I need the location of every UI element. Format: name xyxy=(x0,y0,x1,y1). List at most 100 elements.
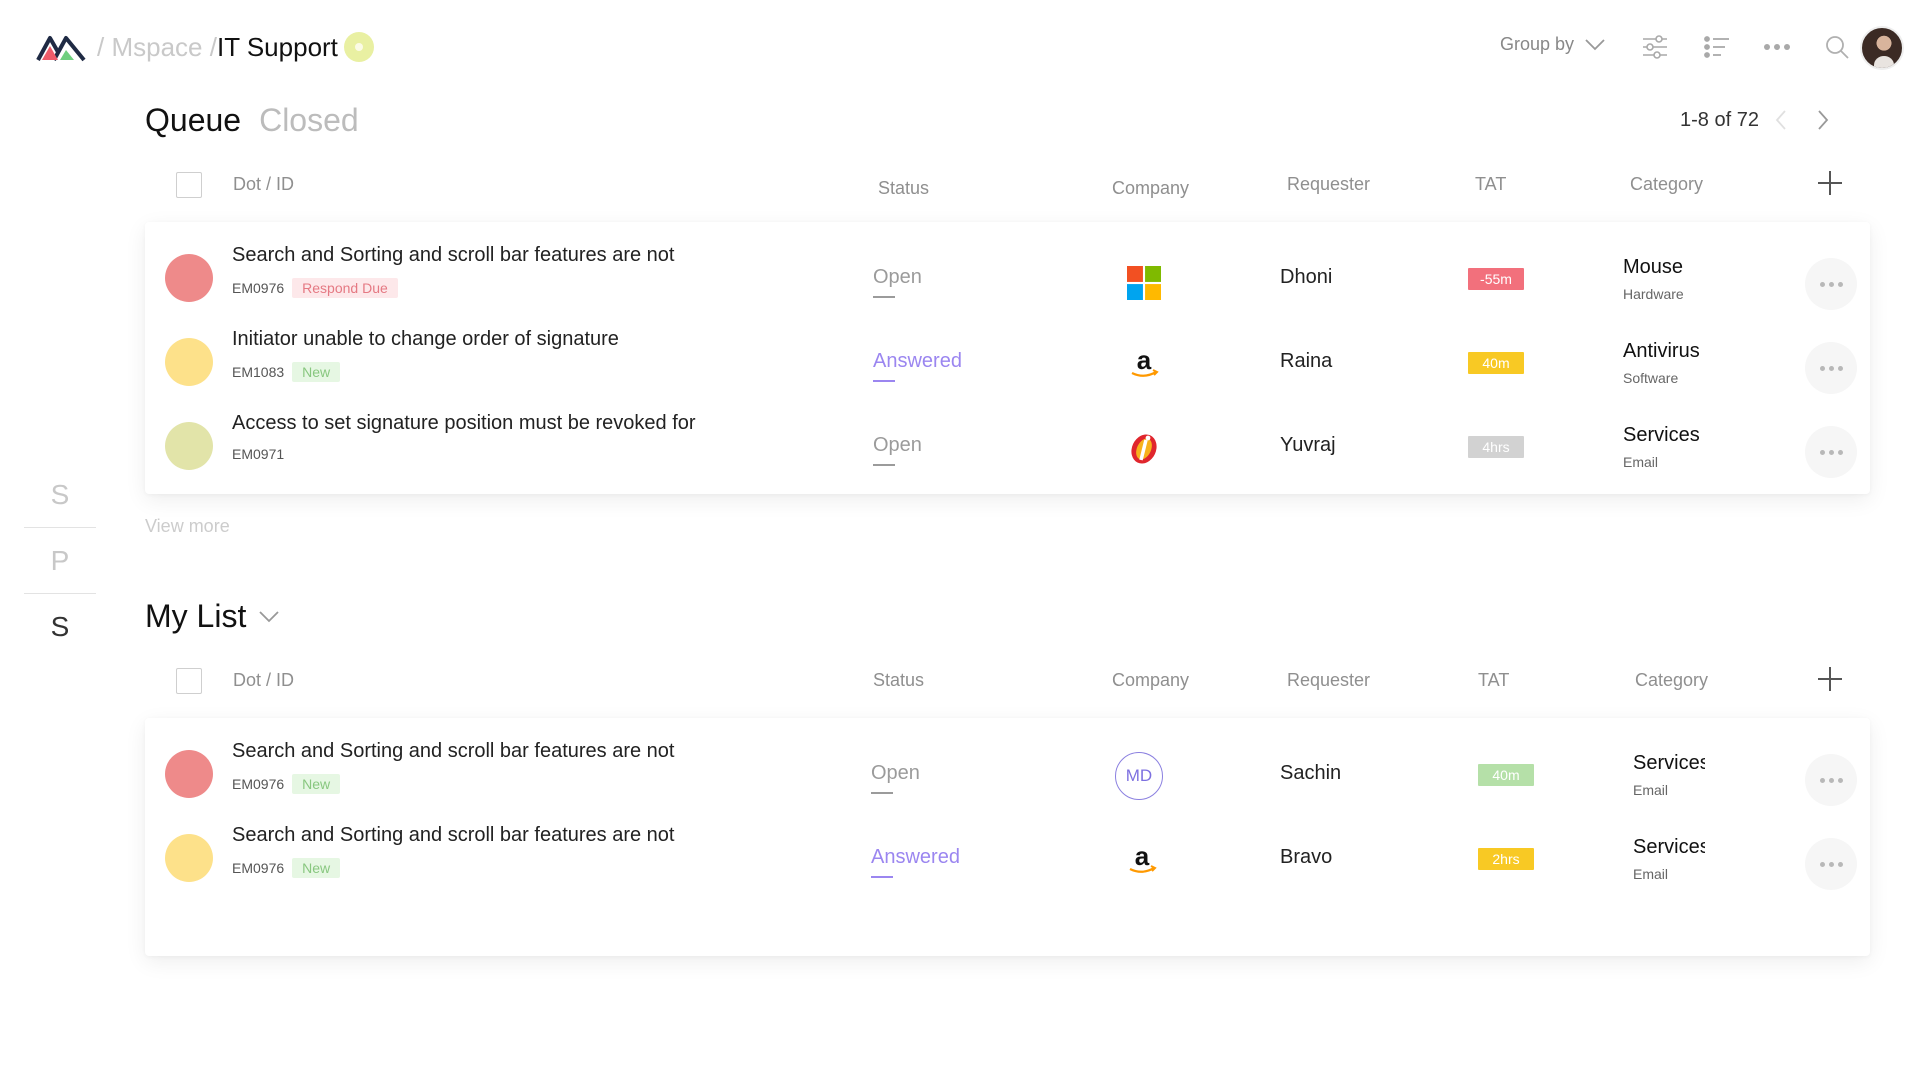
status-indicator[interactable] xyxy=(344,32,374,62)
row-more-button[interactable] xyxy=(1805,426,1857,478)
status-answered[interactable]: Answered xyxy=(873,350,962,382)
priority-dot xyxy=(165,750,213,798)
new-badge: New xyxy=(292,774,341,794)
column-status[interactable]: Status xyxy=(878,178,929,199)
ticket-id: EM0976 xyxy=(232,280,285,296)
category-name: Services xyxy=(1633,752,1705,774)
status-open[interactable]: Open xyxy=(871,762,920,794)
table-row[interactable]: Search and Sorting and scroll bar featur… xyxy=(145,730,1870,814)
list-view-icon[interactable] xyxy=(1700,30,1734,64)
status-open[interactable]: Open xyxy=(873,266,922,298)
select-all-checkbox[interactable] xyxy=(176,668,202,694)
priority-dot xyxy=(165,834,213,882)
tat-badge: -55m xyxy=(1468,268,1524,290)
more-horizontal-icon[interactable] xyxy=(1760,30,1794,64)
tat-badge: 40m xyxy=(1468,352,1524,374)
breadcrumb-root-link[interactable]: Mspace xyxy=(111,32,202,62)
rail-item-p[interactable]: P xyxy=(24,528,96,594)
add-column-icon[interactable] xyxy=(1815,168,1845,198)
mylist-card: Search and Sorting and scroll bar featur… xyxy=(145,718,1870,956)
column-requester[interactable]: Requester xyxy=(1287,174,1370,195)
ticket-id: EM0976 xyxy=(232,860,285,876)
tab-queue[interactable]: Queue xyxy=(145,102,241,139)
company-initials-avatar: MD xyxy=(1115,752,1163,800)
column-requester[interactable]: Requester xyxy=(1287,670,1370,691)
table-row[interactable]: Initiator unable to change order of sign… xyxy=(145,318,1870,402)
top-bar: / Mspace /IT Support Group by xyxy=(0,0,1920,96)
column-status[interactable]: Status xyxy=(873,670,924,691)
table-row[interactable]: Access to set signature position must be… xyxy=(145,402,1870,486)
table-row[interactable]: Search and Sorting and scroll bar featur… xyxy=(145,234,1870,318)
breadcrumb-current: IT Support xyxy=(216,32,338,62)
filter-sliders-icon[interactable] xyxy=(1638,30,1672,64)
new-badge: New xyxy=(292,362,341,382)
svg-text:a: a xyxy=(1135,842,1150,871)
column-company[interactable]: Company xyxy=(1112,670,1189,691)
select-all-checkbox[interactable] xyxy=(176,172,202,198)
chevron-down-icon xyxy=(1585,38,1605,50)
status-open[interactable]: Open xyxy=(873,434,922,466)
pagination: 1-8 of 72 xyxy=(1680,108,1831,132)
prev-page-icon[interactable] xyxy=(1773,108,1789,132)
column-dot-id[interactable]: Dot / ID xyxy=(233,174,294,195)
ticket-title[interactable]: Search and Sorting and scroll bar featur… xyxy=(232,244,674,267)
subcategory-name: Email xyxy=(1623,454,1659,470)
category-name: Mouse xyxy=(1623,256,1684,278)
tab-closed[interactable]: Closed xyxy=(259,102,359,139)
category-name: Antivirus xyxy=(1623,340,1700,362)
column-category[interactable]: Category xyxy=(1635,670,1708,691)
priority-dot xyxy=(165,254,213,302)
column-company[interactable]: Company xyxy=(1112,178,1189,199)
ticket-title[interactable]: Search and Sorting and scroll bar featur… xyxy=(232,740,674,763)
ticket-title[interactable]: Access to set signature position must be… xyxy=(232,412,696,435)
respond-due-badge: Respond Due xyxy=(292,278,398,298)
row-more-button[interactable] xyxy=(1805,342,1857,394)
microsoft-logo-icon xyxy=(1127,266,1161,300)
ticket-id: EM0971 xyxy=(232,446,285,462)
next-page-icon[interactable] xyxy=(1803,108,1831,132)
column-tat[interactable]: TAT xyxy=(1478,670,1509,691)
queue-card: Search and Sorting and scroll bar featur… xyxy=(145,222,1870,494)
column-dot-id[interactable]: Dot / ID xyxy=(233,670,294,691)
ticket-title[interactable]: Search and Sorting and scroll bar featur… xyxy=(232,824,674,847)
requester-name: Bravo xyxy=(1280,846,1333,868)
left-rail: S P S xyxy=(24,462,96,660)
my-list-title[interactable]: My List xyxy=(145,598,280,635)
ticket-id: EM1083 xyxy=(232,364,285,380)
column-category[interactable]: Category xyxy=(1630,174,1703,195)
requester-name: Sachin xyxy=(1280,762,1342,784)
row-more-button[interactable] xyxy=(1805,838,1857,890)
requester-name: Dhoni xyxy=(1280,266,1333,288)
mylist-column-header: Dot / ID Status Company Requester TAT Ca… xyxy=(145,662,1870,702)
requester-name: Raina xyxy=(1280,350,1333,372)
ticket-title[interactable]: Initiator unable to change order of sign… xyxy=(232,328,619,351)
rail-item-s-active[interactable]: S xyxy=(24,594,96,660)
user-avatar[interactable] xyxy=(1860,26,1904,70)
amazon-logo-icon: a xyxy=(1131,346,1159,377)
subcategory-name: Email xyxy=(1633,866,1669,882)
category-name: Services xyxy=(1633,836,1705,858)
column-tat[interactable]: TAT xyxy=(1475,174,1506,195)
app-logo[interactable] xyxy=(36,30,86,64)
table-row[interactable]: Search and Sorting and scroll bar featur… xyxy=(145,814,1870,898)
breadcrumb: / Mspace /IT Support xyxy=(97,30,338,64)
row-more-button[interactable] xyxy=(1805,258,1857,310)
queue-column-header: Dot / ID Status Company Requester TAT Ca… xyxy=(145,166,1870,206)
tat-badge: 40m xyxy=(1478,764,1534,786)
amazon-logo-icon: a xyxy=(1129,842,1157,873)
chevron-down-icon xyxy=(259,610,279,622)
rail-item-s[interactable]: S xyxy=(24,462,96,528)
status-answered[interactable]: Answered xyxy=(871,846,960,878)
group-by-dropdown[interactable]: Group by xyxy=(1500,34,1606,55)
row-more-button[interactable] xyxy=(1805,754,1857,806)
subcategory-name: Hardware xyxy=(1623,286,1684,302)
breadcrumb-separator: / xyxy=(97,32,105,62)
svg-text:a: a xyxy=(1137,346,1152,375)
subcategory-name: Software xyxy=(1623,370,1679,386)
queue-tabs: Queue Closed xyxy=(145,102,359,139)
breadcrumb-separator: / xyxy=(209,32,217,62)
view-more-link[interactable]: View more xyxy=(145,516,230,537)
add-column-icon[interactable] xyxy=(1815,664,1845,694)
pagination-text: 1-8 of 72 xyxy=(1680,108,1759,131)
search-icon[interactable] xyxy=(1820,30,1854,64)
